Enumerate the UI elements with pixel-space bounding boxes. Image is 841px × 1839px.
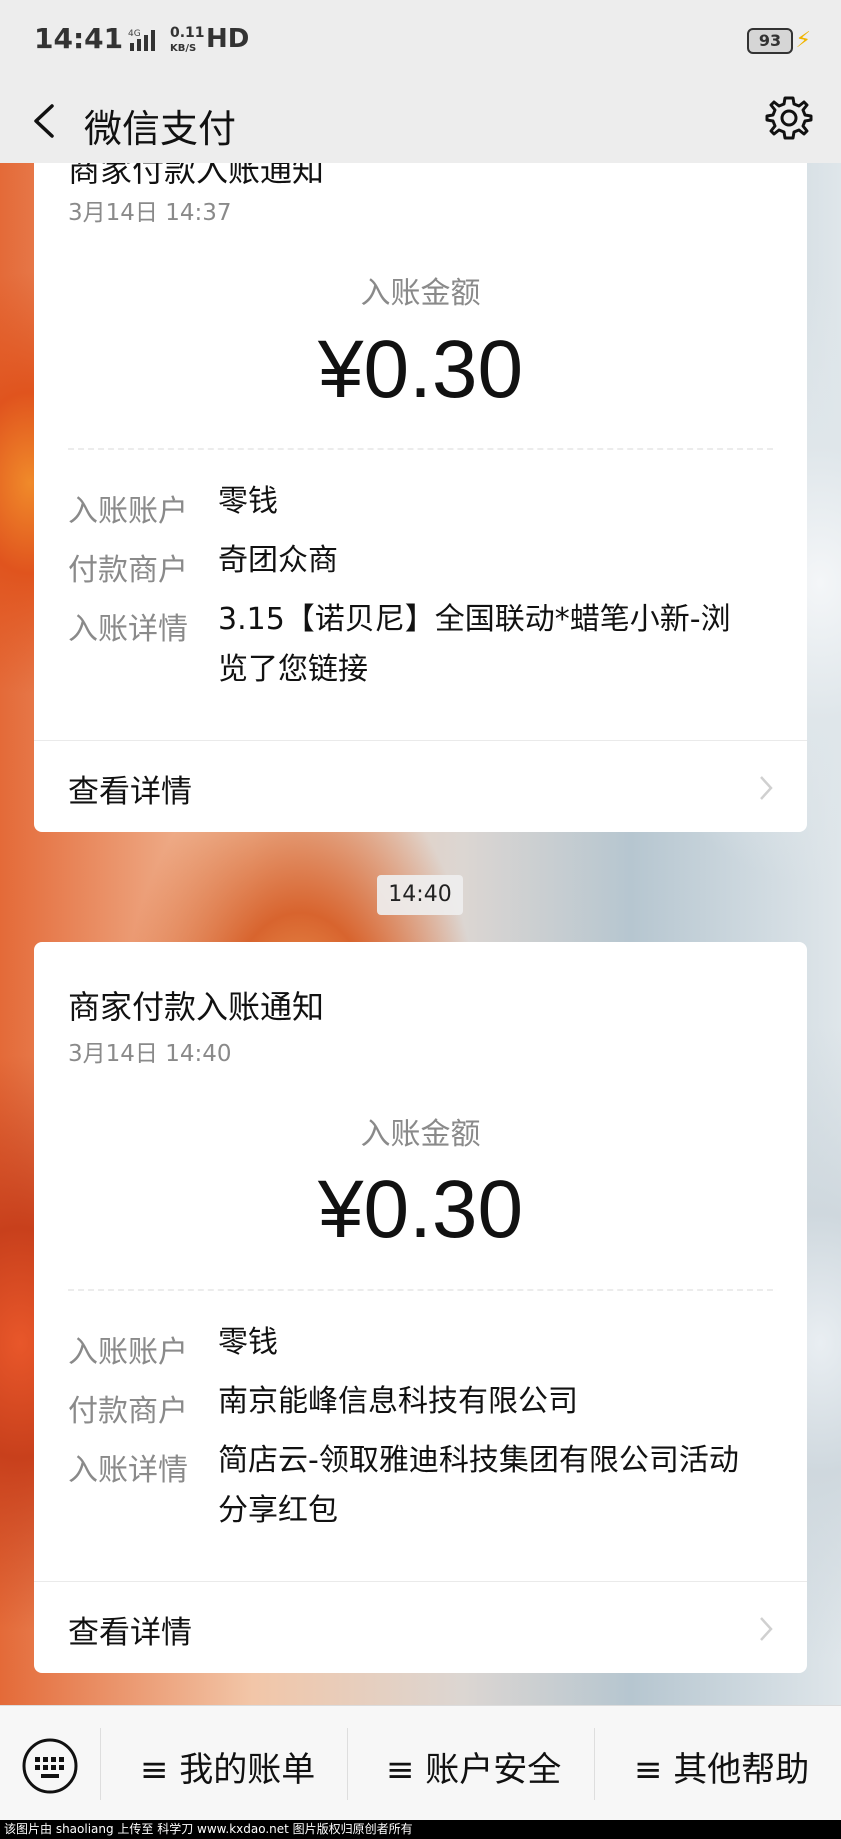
view-details-link[interactable]: 查看详情 (68, 1607, 192, 1652)
amount-label: 入账金额 (360, 276, 481, 311)
speed-unit: KB/S (170, 43, 197, 54)
menu-account-security[interactable]: ≡ 账户安全 (386, 1742, 561, 1791)
row-value-line2: 分享红包 (218, 1493, 338, 1528)
settings-gear-icon[interactable] (765, 94, 813, 142)
amount-value: ¥0.30 (317, 324, 524, 415)
row-value: 零钱 (218, 484, 278, 519)
network-speed: 0.11 KB/S (170, 26, 205, 56)
payment-notification-card: 商家付款入账通知 3月14日 14:40 入账金额 ¥0.30 入账账户 零钱 … (34, 942, 807, 1673)
card-date: 3月14日 14:40 (68, 1041, 232, 1067)
menu-separator (347, 1728, 348, 1800)
time-separator: 14:40 (377, 875, 463, 915)
amount-label: 入账金额 (360, 1117, 481, 1152)
divider (34, 740, 807, 741)
back-arrow-icon[interactable] (26, 98, 66, 144)
amount-value: ¥0.30 (317, 1164, 524, 1255)
row-key: 入账详情 (68, 612, 188, 647)
card-title: 商家付款入账通知 (68, 163, 325, 189)
battery-icon: 93 (747, 28, 793, 54)
chevron-right-icon[interactable] (755, 1614, 777, 1644)
divider (34, 1581, 807, 1582)
charging-icon: ⚡ (795, 28, 811, 53)
menu-other-help[interactable]: ≡ 其他帮助 (634, 1742, 809, 1791)
chevron-right-icon[interactable] (755, 773, 777, 803)
row-value-line2: 览了您链接 (218, 652, 368, 687)
watermark-footer: 该图片由 shaoliang 上传至 科学刀 www.kxdao.net 图片版… (0, 1820, 841, 1839)
row-value: 奇团众商 (218, 543, 338, 578)
signal-icon: 4G (128, 29, 155, 51)
hd-indicator: HD (206, 24, 250, 54)
title-bar: 微信支付 (0, 80, 841, 163)
menu-separator (100, 1728, 101, 1800)
payment-notification-card: 商家付款入账通知 3月14日 14:37 入账金额 ¥0.30 入账账户 零钱 … (34, 163, 807, 832)
page-title: 微信支付 (84, 107, 237, 151)
speed-value: 0.11 (170, 25, 205, 41)
card-title: 商家付款入账通知 (68, 988, 325, 1026)
view-details-link[interactable]: 查看详情 (68, 766, 192, 811)
menu-separator (594, 1728, 595, 1800)
bottom-menu-bar: ≡ 我的账单 ≡ 账户安全 ≡ 其他帮助 (0, 1705, 841, 1821)
row-value-line1: 3.15【诺贝尼】全国联动*蜡笔小新-浏 (218, 602, 731, 637)
menu-my-bills[interactable]: ≡ 我的账单 (140, 1742, 315, 1791)
keyboard-toggle-icon[interactable] (20, 1736, 80, 1796)
row-value: 南京能峰信息科技有限公司 (218, 1384, 578, 1419)
row-key: 付款商户 (68, 1394, 188, 1429)
card-date: 3月14日 14:37 (68, 200, 232, 226)
row-key: 入账账户 (68, 494, 188, 529)
dashed-divider (68, 448, 773, 450)
row-key: 入账详情 (68, 1453, 188, 1488)
row-key: 入账账户 (68, 1335, 188, 1370)
row-value-line1: 简店云-领取雅迪科技集团有限公司活动 (218, 1443, 739, 1478)
row-key: 付款商户 (68, 553, 188, 588)
status-bar: 14:41 4G 0.11 KB/S HD 93 ⚡ (0, 0, 841, 80)
row-value: 零钱 (218, 1325, 278, 1360)
dashed-divider (68, 1289, 773, 1291)
status-time: 14:41 (34, 22, 124, 55)
network-type: 4G (128, 29, 141, 39)
